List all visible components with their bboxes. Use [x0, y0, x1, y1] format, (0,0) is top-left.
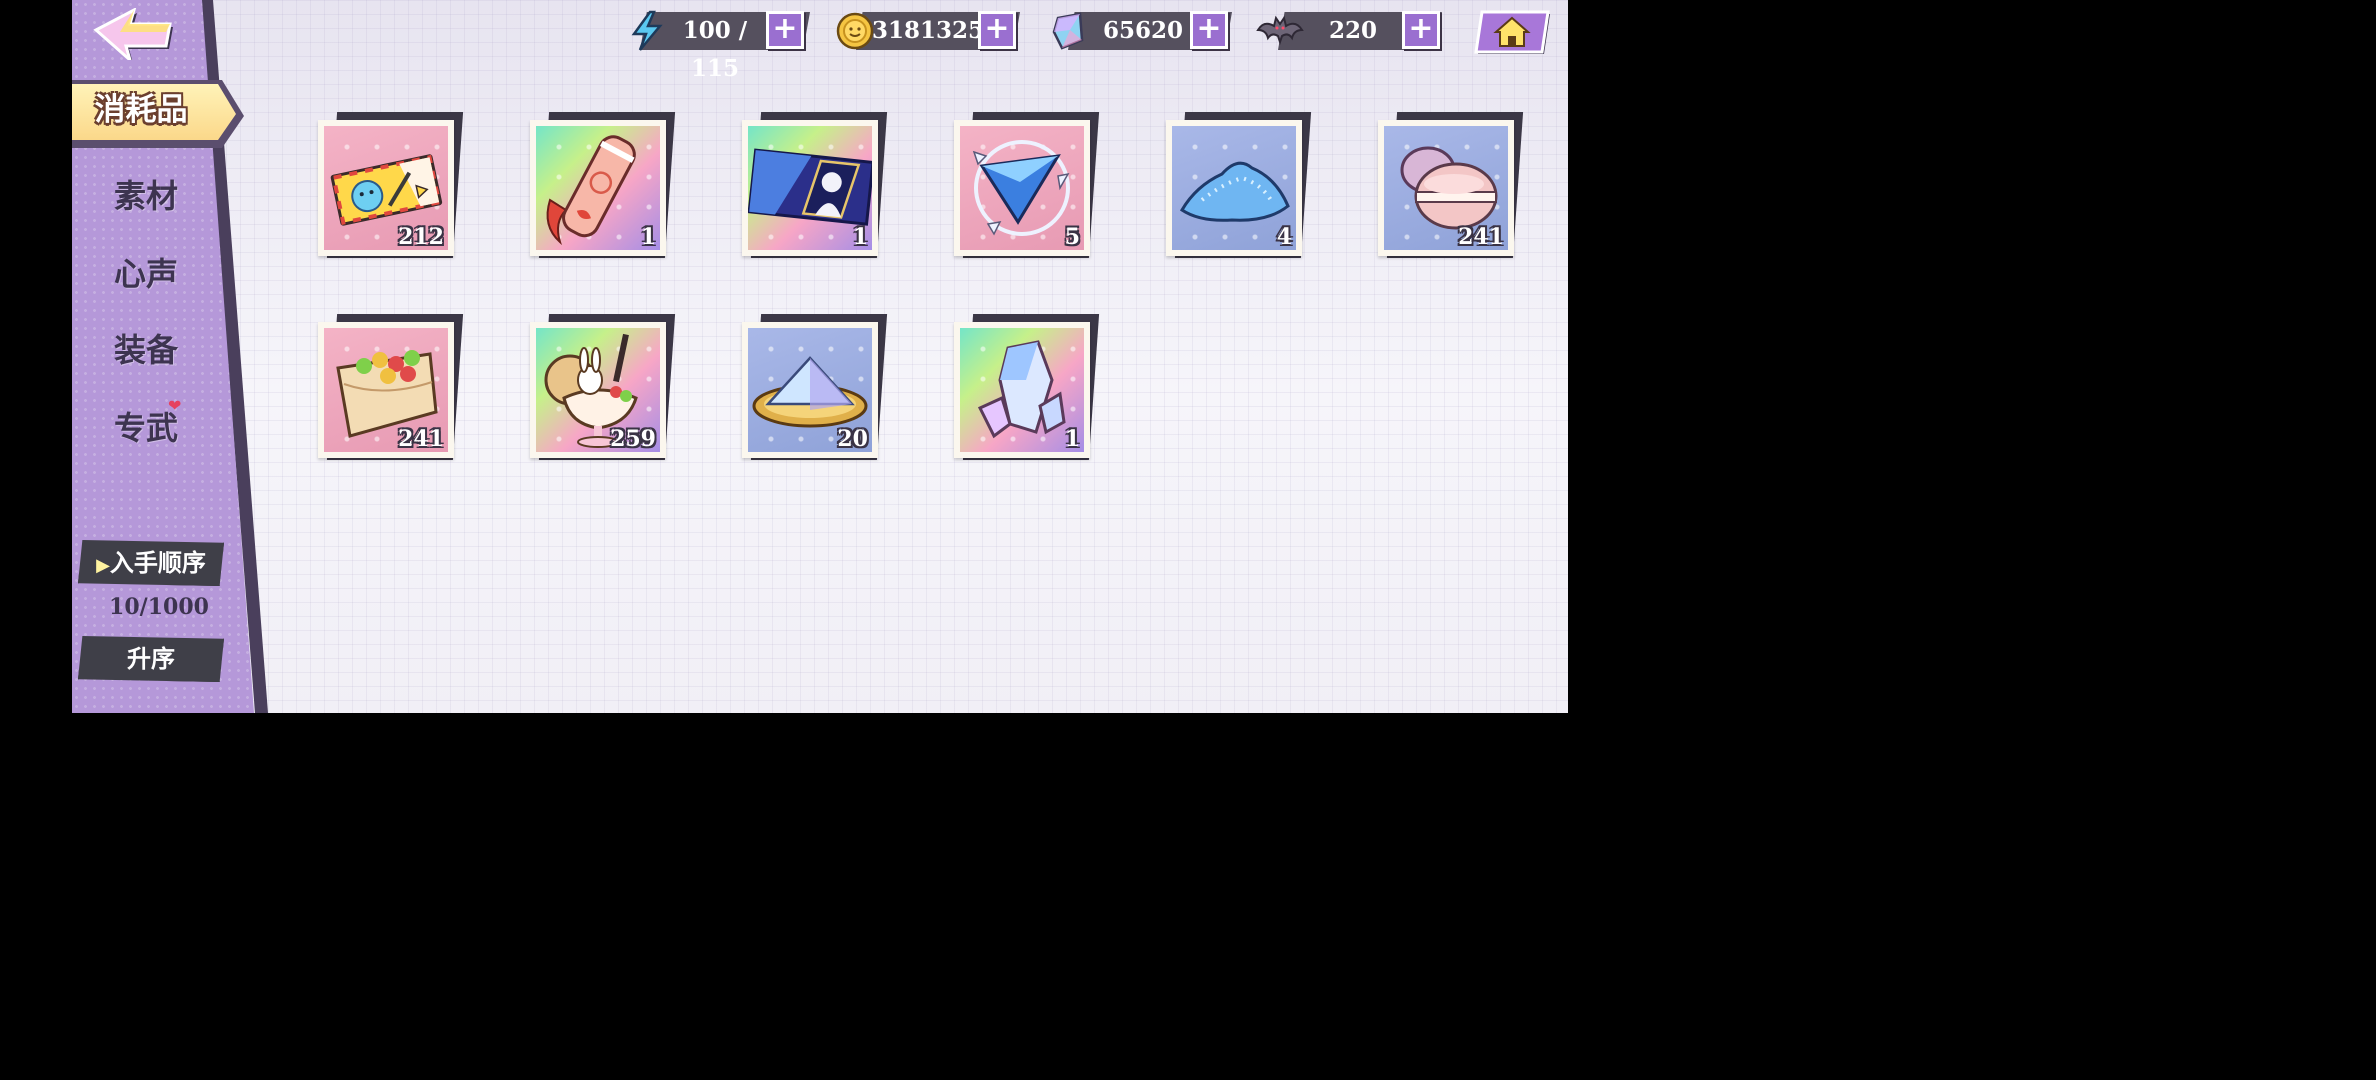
sort-direction-button[interactable]: 升序 [78, 636, 224, 682]
item-count: 5 [1064, 224, 1080, 250]
item-count: 241 [1458, 224, 1504, 250]
play-triangle-icon: ▶ [96, 555, 110, 576]
stamina-value: 100 / 115 [682, 17, 748, 82]
item-count: 259 [610, 426, 656, 452]
item-count: 4 [1276, 224, 1292, 250]
add-stamina-button[interactable]: + [766, 11, 804, 49]
item-card-ticket[interactable]: 212 [318, 112, 464, 258]
crystal-icon [1052, 12, 1084, 50]
item-count: 1 [1064, 426, 1080, 452]
item-card-candle-scroll[interactable]: 1 [530, 112, 676, 258]
tab-consumables-label: 消耗品 [94, 92, 188, 128]
coin-icon [836, 12, 874, 50]
coin-value: 3181325 [872, 17, 985, 44]
item-count: 20 [837, 426, 868, 452]
add-gems-button[interactable]: + [1190, 11, 1228, 49]
item-card-macaron[interactable]: 241 [1378, 112, 1524, 258]
item-count: 1 [852, 224, 868, 250]
item-card-crystal-cluster[interactable]: 1 [954, 314, 1100, 460]
item-count: 241 [398, 426, 444, 452]
item-card-blue-powder[interactable]: 4 [1166, 112, 1312, 258]
item-count: 212 [398, 224, 444, 250]
bat-icon [1256, 15, 1304, 46]
add-bat-tokens-button[interactable]: + [1402, 11, 1440, 49]
add-coins-button[interactable]: + [978, 11, 1016, 49]
tab-equipment[interactable]: 装备 [96, 328, 196, 372]
tab-consumables[interactable]: 消耗品 [72, 80, 244, 148]
inventory-count: 10/1000 [109, 594, 209, 620]
item-card-parfait[interactable]: 259 [530, 314, 676, 460]
tab-materials[interactable]: 素材 [96, 174, 196, 218]
home-icon[interactable] [1472, 8, 1552, 56]
item-card-triangle-gem[interactable]: 5 [954, 112, 1100, 258]
heart-notification-icon: ❤ [168, 396, 182, 415]
sort-order-button[interactable]: ▶入手顺序 [78, 540, 224, 586]
item-card-crystal-sand-plate[interactable]: 20 [742, 314, 888, 460]
tab-voices[interactable]: 心声 [96, 252, 196, 296]
gem-value: 65620 [1102, 17, 1184, 44]
back-arrow-icon[interactable] [90, 8, 174, 60]
item-count: 1 [640, 224, 656, 250]
sort-order-label: 入手顺序 [109, 548, 206, 577]
bat-token-value: 220 [1328, 17, 1377, 44]
inventory-screen: 消耗品 素材 心声 装备 专武 ❤ ▶入手顺序 10/1000 升序 100 /… [72, 0, 1568, 713]
item-card-character-ticket[interactable]: 1 [742, 112, 888, 258]
item-card-crepe[interactable]: 241 [318, 314, 464, 460]
